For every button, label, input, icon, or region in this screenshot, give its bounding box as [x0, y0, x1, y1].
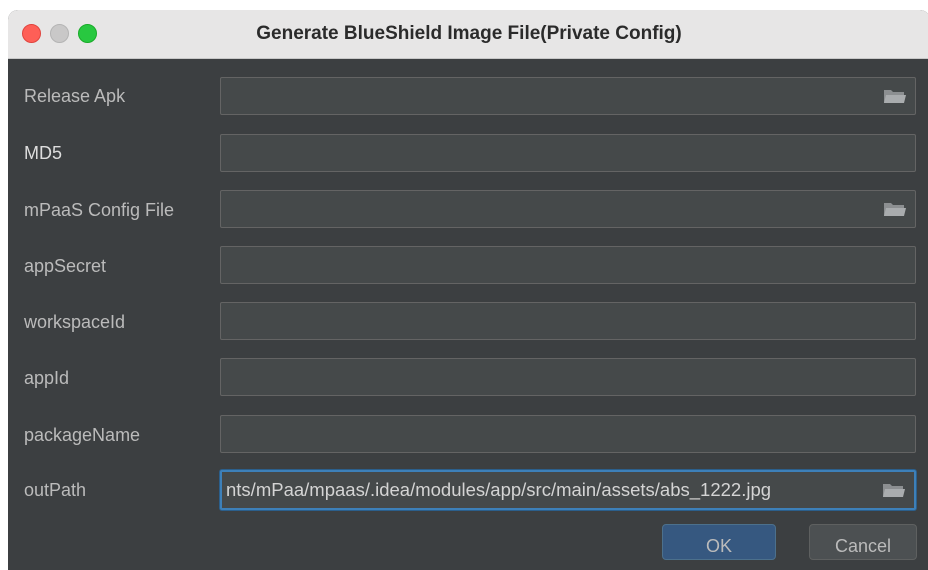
out-path-field[interactable] — [220, 470, 916, 510]
app-id-input[interactable] — [221, 359, 915, 395]
mpaas-config-file-field[interactable] — [220, 190, 916, 228]
mpaas-config-file-input[interactable] — [221, 191, 915, 227]
app-secret-field[interactable] — [220, 246, 916, 284]
app-secret-input[interactable] — [221, 247, 915, 283]
release-apk-field[interactable] — [220, 77, 916, 115]
release-apk-label: Release Apk — [24, 86, 126, 106]
md5-field[interactable] — [220, 134, 916, 172]
window-title: Generate BlueShield Image File(Private C… — [256, 23, 682, 44]
ok-button[interactable]: OK — [662, 524, 776, 560]
folder-icon[interactable] — [882, 481, 906, 499]
app-secret-label: appSecret — [24, 256, 107, 276]
cancel-button[interactable]: Cancel — [809, 524, 917, 560]
mpaas-config-file-label: mPaaS Config File — [24, 200, 175, 220]
package-name-input[interactable] — [221, 416, 915, 452]
folder-icon[interactable] — [883, 200, 907, 218]
out-path-input[interactable] — [222, 472, 914, 508]
package-name-field[interactable] — [220, 415, 916, 453]
app-id-label: appId — [24, 368, 70, 388]
package-name-label: packageName — [24, 425, 141, 445]
app-id-field[interactable] — [220, 358, 916, 396]
release-apk-input[interactable] — [221, 78, 915, 114]
dialog-window: Generate BlueShield Image File(Private C… — [8, 10, 928, 570]
workspace-id-label: workspaceId — [24, 312, 126, 332]
workspace-id-input[interactable] — [221, 303, 915, 339]
md5-input[interactable] — [221, 135, 915, 171]
workspace-id-field[interactable] — [220, 302, 916, 340]
md5-label: MD5 — [24, 143, 63, 163]
title-bar[interactable]: Generate BlueShield Image File(Private C… — [8, 10, 928, 59]
out-path-label: outPath — [24, 480, 87, 500]
folder-icon[interactable] — [883, 87, 907, 105]
